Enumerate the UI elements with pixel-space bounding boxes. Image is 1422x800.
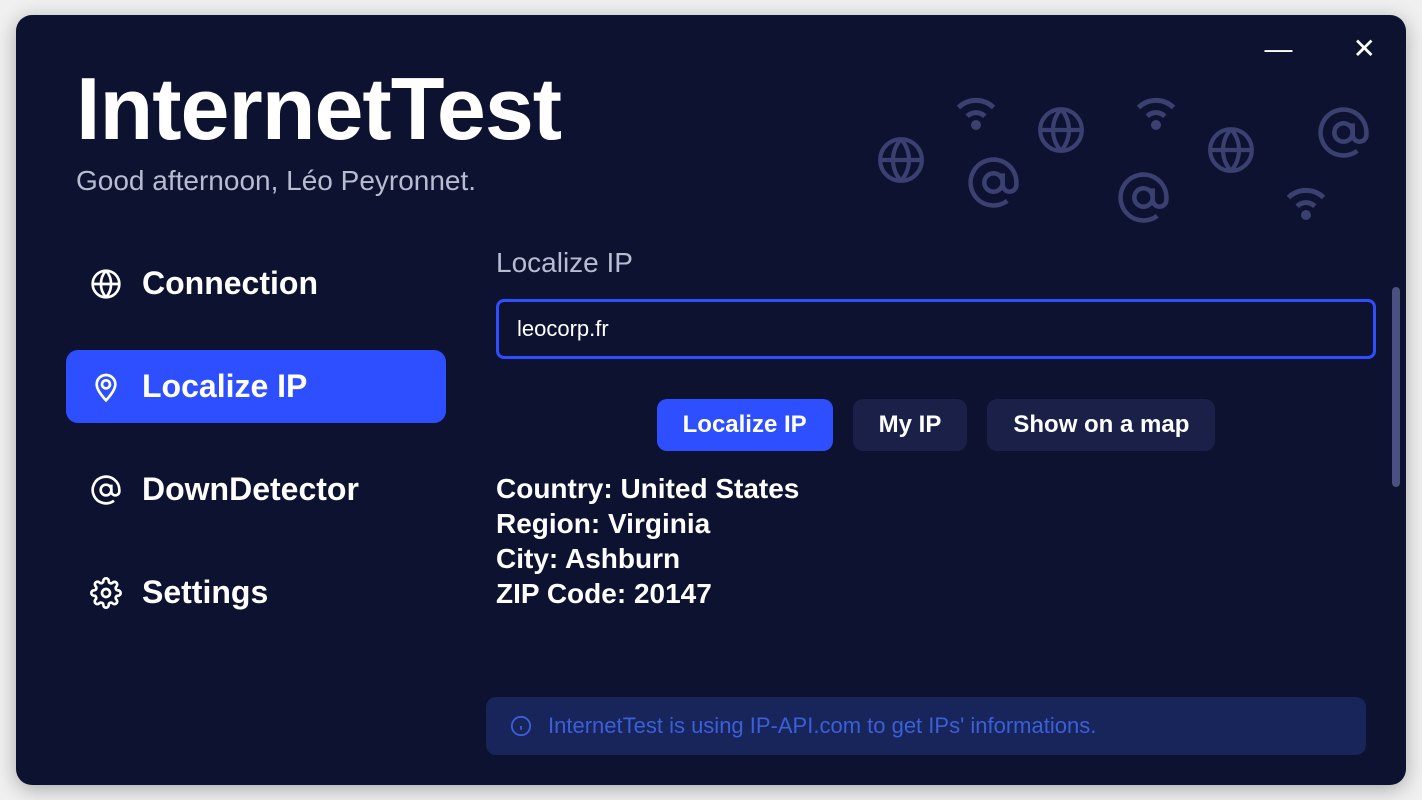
sidebar-item-label: Localize IP	[142, 368, 307, 405]
result-city: City: Ashburn	[496, 541, 1376, 576]
result-region: Region: Virginia	[496, 506, 1376, 541]
sidebar-item-localize-ip[interactable]: Localize IP	[66, 350, 446, 423]
info-text: InternetTest is using IP-API.com to get …	[548, 713, 1096, 739]
result-zip: ZIP Code: 20147	[496, 576, 1376, 611]
window-controls: — ✕	[1265, 35, 1376, 63]
sidebar-item-connection[interactable]: Connection	[66, 247, 446, 320]
minimize-button[interactable]: —	[1265, 35, 1293, 63]
pin-icon	[90, 371, 122, 403]
main-content: Localize IP Localize IP My IP Show on a …	[446, 247, 1376, 737]
greeting-text: Good afternoon, Léo Peyronnet.	[76, 165, 1346, 197]
info-icon	[510, 715, 532, 737]
sidebar: Connection Localize IP DownDetector Sett…	[66, 247, 446, 737]
sidebar-item-settings[interactable]: Settings	[66, 556, 446, 629]
close-button[interactable]: ✕	[1353, 35, 1376, 63]
app-window: — ✕ InternetTest Good afternoon, Léo Pey…	[16, 15, 1406, 785]
sidebar-item-label: Settings	[142, 574, 268, 611]
result-country: Country: United States	[496, 471, 1376, 506]
sidebar-item-label: Connection	[142, 265, 318, 302]
button-row: Localize IP My IP Show on a map	[496, 399, 1376, 451]
my-ip-button[interactable]: My IP	[853, 399, 968, 451]
at-icon	[90, 474, 122, 506]
sidebar-item-label: DownDetector	[142, 471, 359, 508]
show-on-map-button[interactable]: Show on a map	[987, 399, 1215, 451]
section-title: Localize IP	[496, 247, 1376, 279]
scrollbar-thumb[interactable]	[1392, 287, 1400, 487]
ip-results: Country: United States Region: Virginia …	[496, 471, 1376, 621]
gear-icon	[90, 577, 122, 609]
info-banner: InternetTest is using IP-API.com to get …	[486, 697, 1366, 755]
header: InternetTest Good afternoon, Léo Peyronn…	[16, 15, 1406, 217]
app-title: InternetTest	[76, 65, 1346, 153]
sidebar-item-downdetector[interactable]: DownDetector	[66, 453, 446, 526]
globe-icon	[90, 268, 122, 300]
localize-ip-button[interactable]: Localize IP	[657, 399, 833, 451]
ip-input[interactable]	[496, 299, 1376, 359]
